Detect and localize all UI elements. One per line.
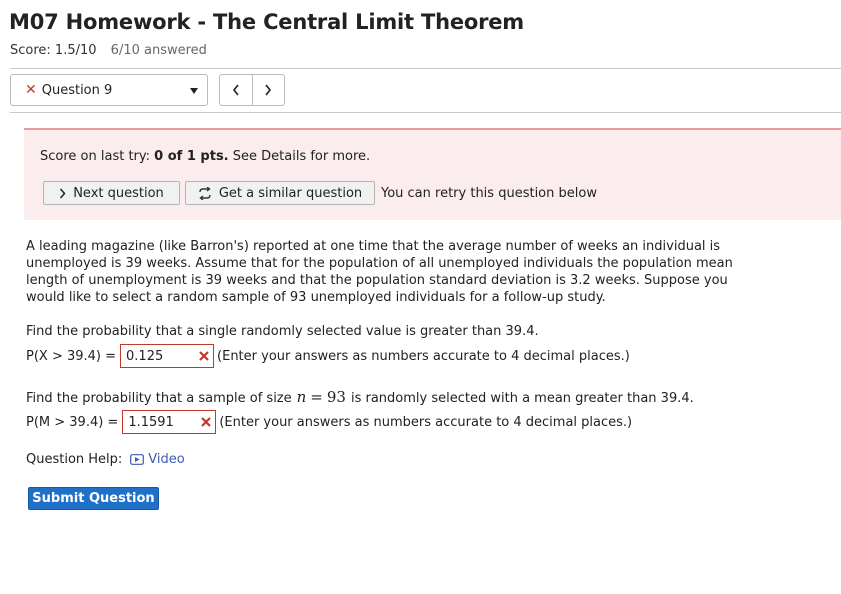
question-help: Question Help: Video	[26, 452, 185, 467]
previous-question-button[interactable]	[220, 75, 252, 105]
part1-label: P(X > 39.4) =	[26, 348, 117, 364]
incorrect-icon: ✕	[25, 82, 37, 98]
similar-question-button[interactable]: Get a similar question	[185, 181, 375, 205]
score-text: Score: 1.5/10	[10, 43, 97, 58]
part1-prompt: Find the probability that a single rando…	[26, 324, 539, 339]
part2-answer-value: 1.1591	[128, 414, 174, 430]
next-question-button[interactable]: Next question	[43, 181, 180, 205]
part1-hint: (Enter your answers as numbers accurate …	[217, 348, 630, 364]
part2-prompt-before: Find the probability that a sample of si…	[26, 391, 292, 406]
part1-answer-value: 0.125	[126, 348, 164, 364]
part2-answer-row: P(M > 39.4) = 1.1591 (Enter your answers…	[26, 410, 632, 434]
video-icon	[130, 454, 145, 465]
part2-answer-input[interactable]: 1.1591	[122, 410, 217, 434]
result-banner: Score on last try: 0 of 1 pts. See Detai…	[24, 128, 841, 220]
answered-count: 6/10 answered	[110, 43, 207, 58]
math-n-value: 93	[326, 388, 346, 406]
next-question-label: Next question	[73, 185, 164, 201]
incorrect-icon	[197, 351, 211, 361]
score-line: Score: 1.5/10 6/10 answered	[10, 43, 207, 58]
part2-prompt-after: is randomly selected with a mean greater…	[350, 391, 694, 406]
dropdown-arrow-icon	[190, 88, 198, 94]
question-select-value: Question 9	[41, 82, 113, 98]
submit-question-button[interactable]: Submit Question	[28, 487, 159, 510]
part2-label: P(M > 39.4) =	[26, 414, 119, 430]
divider	[10, 68, 841, 69]
divider	[10, 112, 841, 113]
incorrect-icon	[199, 417, 213, 427]
question-nav	[219, 74, 285, 106]
question-help-label: Question Help:	[26, 452, 123, 467]
chevron-right-icon	[59, 188, 66, 199]
retry-text: You can retry this question below	[381, 186, 597, 201]
question-select[interactable]: ✕ Question 9	[10, 74, 208, 106]
problem-statement: A leading magazine (like Barron's) repor…	[26, 239, 733, 305]
chevron-right-icon	[265, 84, 272, 96]
part1-answer-input[interactable]: 0.125	[120, 344, 215, 368]
last-try-prefix: Score on last try:	[40, 149, 151, 164]
similar-question-label: Get a similar question	[218, 185, 363, 201]
page-title: M07 Homework - The Central Limit Theorem	[9, 10, 524, 34]
math-equals: =	[310, 388, 323, 406]
chevron-left-icon	[232, 84, 239, 96]
next-question-nav-button[interactable]	[251, 75, 285, 105]
video-link[interactable]: Video	[130, 452, 185, 467]
refresh-icon	[198, 186, 212, 200]
math-n: n	[296, 388, 307, 406]
last-try-score: Score on last try: 0 of 1 pts. See Detai…	[40, 149, 370, 164]
last-try-suffix: See Details for more.	[232, 149, 371, 164]
part2-prompt: Find the probability that a sample of si…	[26, 388, 694, 406]
video-link-label: Video	[148, 452, 185, 467]
part1-answer-row: P(X > 39.4) = 0.125 (Enter your answers …	[26, 344, 630, 368]
part2-hint: (Enter your answers as numbers accurate …	[219, 414, 633, 430]
last-try-points: 0 of 1 pts.	[154, 149, 229, 164]
